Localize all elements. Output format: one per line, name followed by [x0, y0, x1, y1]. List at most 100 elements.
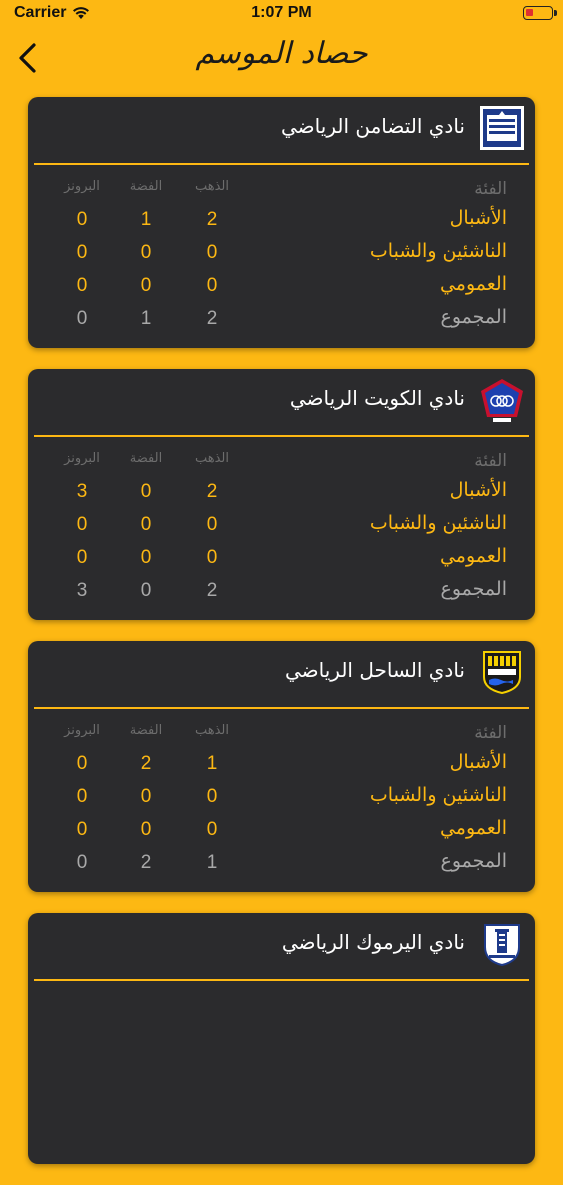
club-card-header: نادي الكويت الرياضي [28, 369, 535, 433]
category-cell: العمومي [439, 817, 507, 839]
silver-cell: 0 [140, 514, 152, 535]
bronze-total: 0 [76, 308, 88, 329]
table-header-row: الفئة الذهب الفضة البرونز [28, 719, 535, 747]
gold-cell: 2 [206, 209, 218, 230]
category-cell: الأشبال [449, 751, 507, 773]
status-time: 1:07 PM [251, 4, 312, 21]
table-row: العمومي 0 0 0 [28, 269, 535, 302]
bronze-total: 3 [76, 580, 88, 601]
silver-cell: 2 [140, 753, 152, 774]
gold-cell: 0 [206, 819, 218, 840]
table-row: الناشئين والشباب 0 0 0 [28, 508, 535, 541]
total-label: المجموع [440, 850, 507, 872]
bronze-cell: 0 [76, 786, 88, 807]
silver-header: الفضة [129, 179, 163, 194]
club-logo-icon [480, 106, 524, 150]
bronze-header: البرونز [64, 179, 100, 194]
silver-cell: 1 [140, 209, 152, 230]
category-header: الفئة [474, 723, 507, 743]
club-card[interactable]: نادي الساحل الرياضي الفئة الذهب الفضة ال… [28, 641, 535, 892]
table-row: العمومي 0 0 0 [28, 541, 535, 574]
bronze-cell: 0 [76, 242, 88, 263]
table-header-row: الفئة الذهب الفضة البرونز [28, 175, 535, 203]
bronze-header: البرونز [64, 451, 100, 466]
category-cell: الناشئين والشباب [369, 240, 507, 262]
bronze-cell: 3 [76, 481, 88, 502]
silver-total: 0 [140, 580, 152, 601]
silver-cell: 0 [140, 786, 152, 807]
medal-table: الفئة الذهب الفضة البرونز الأشبال 1 2 0 … [28, 719, 535, 879]
gold-total: 2 [206, 308, 218, 329]
bronze-cell: 0 [76, 209, 88, 230]
gold-total: 2 [206, 580, 218, 601]
gold-header: الذهب [194, 451, 230, 466]
medal-table: الفئة الذهب الفضة البرونز الأشبال 2 1 0 … [28, 175, 535, 335]
silver-total: 2 [140, 852, 152, 873]
medal-table: الفئة الذهب الفضة البرونز الأشبال 2 0 3 … [28, 447, 535, 607]
category-header: الفئة [474, 179, 507, 199]
club-card[interactable]: نادي التضامن الرياضي الفئة الذهب الفضة ا… [28, 97, 535, 348]
table-row: الأشبال 2 1 0 [28, 203, 535, 236]
status-bar: Carrier 1:07 PM [0, 0, 563, 28]
bronze-total: 0 [76, 852, 88, 873]
category-header: الفئة [474, 451, 507, 471]
silver-cell: 0 [140, 275, 152, 296]
table-row: الأشبال 1 2 0 [28, 747, 535, 780]
gold-cell: 1 [206, 753, 218, 774]
category-cell: الأشبال [449, 207, 507, 229]
club-name: نادي التضامن الرياضي [281, 114, 465, 138]
table-row: العمومي 0 0 0 [28, 813, 535, 846]
total-row: المجموع 1 2 0 [28, 846, 535, 879]
bronze-cell: 0 [76, 753, 88, 774]
bronze-cell: 0 [76, 547, 88, 568]
gold-cell: 0 [206, 786, 218, 807]
page-title: حصاد الموسم [195, 36, 368, 71]
table-header-row: الفئة الذهب الفضة البرونز [28, 447, 535, 475]
table-row: الناشئين والشباب 0 0 0 [28, 236, 535, 269]
club-card-header: نادي الساحل الرياضي [28, 641, 535, 705]
club-name: نادي الكويت الرياضي [289, 386, 465, 410]
total-label: المجموع [440, 306, 507, 328]
table-row: الناشئين والشباب 0 0 0 [28, 780, 535, 813]
divider [34, 435, 529, 437]
gold-header: الذهب [194, 179, 230, 194]
club-card[interactable]: نادي الكويت الرياضي الفئة الذهب الفضة ال… [28, 369, 535, 620]
silver-cell: 0 [140, 547, 152, 568]
category-cell: الناشئين والشباب [369, 512, 507, 534]
gold-cell: 0 [206, 242, 218, 263]
category-cell: الناشئين والشباب [369, 784, 507, 806]
total-label: المجموع [440, 578, 507, 600]
bronze-cell: 0 [76, 275, 88, 296]
category-cell: العمومي [439, 545, 507, 567]
gold-header: الذهب [194, 723, 230, 738]
category-cell: الأشبال [449, 479, 507, 501]
club-logo-icon [481, 379, 523, 422]
club-name: نادي اليرموك الرياضي [281, 930, 465, 954]
bronze-header: البرونز [64, 723, 100, 738]
table-row: الأشبال 2 0 3 [28, 475, 535, 508]
category-cell: العمومي [439, 273, 507, 295]
club-card[interactable]: نادي اليرموك الرياضي [28, 913, 535, 1164]
navigation-bar: حصاد الموسم [0, 28, 563, 88]
gold-total: 1 [206, 852, 218, 873]
divider [34, 979, 529, 981]
bronze-cell: 0 [76, 819, 88, 840]
divider [34, 163, 529, 165]
silver-cell: 0 [140, 819, 152, 840]
bronze-cell: 0 [76, 514, 88, 535]
divider [34, 707, 529, 709]
battery-icon [523, 6, 557, 20]
gold-cell: 2 [206, 481, 218, 502]
gold-cell: 0 [206, 547, 218, 568]
silver-total: 1 [140, 308, 152, 329]
silver-header: الفضة [129, 723, 163, 738]
gold-cell: 0 [206, 514, 218, 535]
club-card-header: نادي اليرموك الرياضي [28, 913, 535, 977]
silver-cell: 0 [140, 481, 152, 502]
total-row: المجموع 2 1 0 [28, 302, 535, 335]
club-cards-list[interactable]: نادي التضامن الرياضي الفئة الذهب الفضة ا… [28, 97, 535, 1185]
club-logo-icon [484, 924, 520, 967]
silver-cell: 0 [140, 242, 152, 263]
total-row: المجموع 2 0 3 [28, 574, 535, 607]
club-name: نادي الساحل الرياضي [284, 658, 465, 682]
